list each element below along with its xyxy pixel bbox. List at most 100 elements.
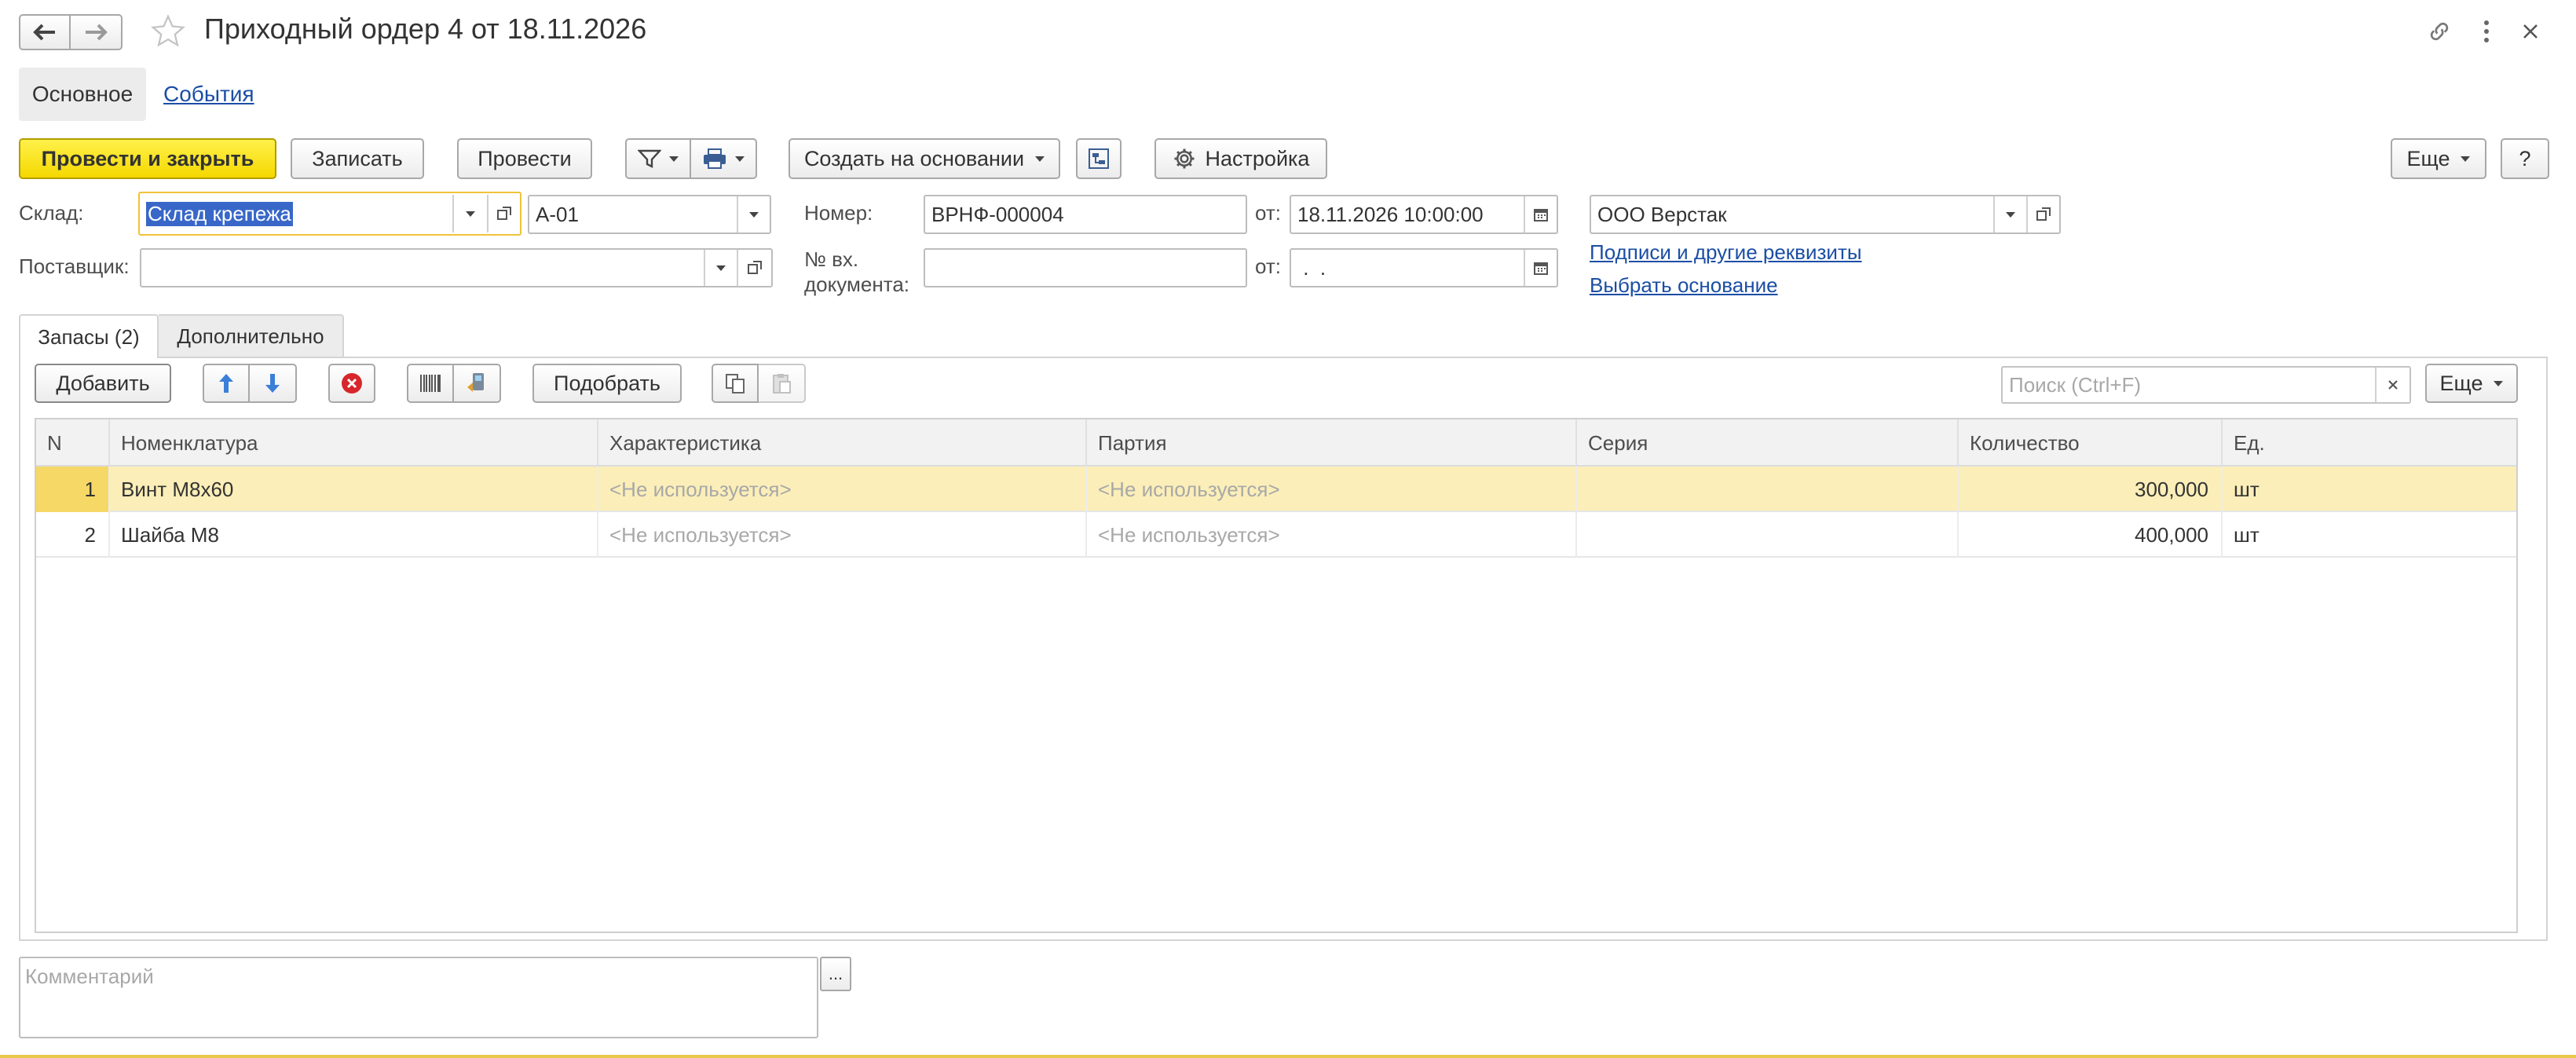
tab-main[interactable]: Основное <box>19 68 146 121</box>
post-button[interactable]: Провести <box>457 138 592 179</box>
create-based-on-label: Создать на основании <box>803 146 1025 170</box>
barcode-icon <box>420 375 441 392</box>
copy-rows-button[interactable] <box>712 364 759 403</box>
storage-cell-value: А-01 <box>536 202 579 226</box>
comment-placeholder: Комментарий <box>25 965 154 988</box>
tab-main-label: Основное <box>31 82 134 106</box>
paste-rows-button[interactable] <box>759 364 806 403</box>
number-label: Номер: <box>804 201 873 225</box>
table-row[interactable]: 2 Шайба М8 <Не используется> <Не использ… <box>36 512 2516 558</box>
page-title: Приходный ордер 4 от 18.11.2026 <box>204 13 647 45</box>
search-placeholder: Поиск (Ctrl+F) <box>2009 372 2142 397</box>
more-vertical-icon[interactable] <box>2469 14 2504 49</box>
table-more-button[interactable]: Еще <box>2425 364 2518 403</box>
document-structure-icon <box>1089 148 1109 169</box>
date-calendar-button[interactable] <box>1524 196 1557 232</box>
favorite-star-icon[interactable] <box>148 11 188 52</box>
signatures-link[interactable]: Подписи и другие реквизиты <box>1590 240 1862 265</box>
cell-item: Шайба М8 <box>110 512 598 558</box>
cell-characteristic: <Не используется> <box>598 512 1087 558</box>
cell-series <box>1577 512 1959 558</box>
back-button[interactable] <box>19 14 71 50</box>
structure-button[interactable] <box>1076 138 1122 179</box>
add-row-button[interactable]: Добавить <box>35 364 171 403</box>
cell-quantity: 300,000 <box>1959 467 2223 512</box>
cell-series <box>1577 467 1959 512</box>
warehouse-value: Склад крепежа <box>146 201 293 226</box>
pick-button[interactable]: Подобрать <box>532 364 682 403</box>
scanner-icon <box>467 373 484 392</box>
col-header-batch[interactable]: Партия <box>1087 419 1577 467</box>
warehouse-open-button[interactable] <box>487 195 520 232</box>
settings-button[interactable]: Настройка <box>1154 138 1327 179</box>
storage-cell-field[interactable]: А-01 <box>528 195 771 234</box>
col-header-quantity[interactable]: Количество <box>1959 419 2223 467</box>
calendar-icon <box>1534 209 1548 221</box>
settings-label: Настройка <box>1205 146 1310 170</box>
tab-stocks[interactable]: Запасы (2) <box>19 314 159 358</box>
supplier-label: Поставщик: <box>19 254 130 278</box>
delete-row-button[interactable] <box>328 364 375 403</box>
cell-characteristic: <Не используется> <box>598 467 1087 512</box>
delete-icon <box>342 373 362 394</box>
move-up-button[interactable] <box>203 364 250 403</box>
organization-open-button[interactable] <box>2026 196 2059 232</box>
col-header-series[interactable]: Серия <box>1577 419 1959 467</box>
incoming-doc-number-field[interactable] <box>924 248 1247 287</box>
post-and-close-button[interactable]: Провести и закрыть <box>19 138 276 179</box>
window-bottom-border <box>0 1055 2576 1058</box>
back-arrow-icon <box>33 24 55 41</box>
supplier-field[interactable] <box>140 248 773 287</box>
more-button[interactable]: Еще <box>2391 138 2486 179</box>
tab-events[interactable]: События <box>163 82 254 107</box>
search-input[interactable]: Поиск (Ctrl+F) <box>2001 366 2411 404</box>
table-more-label: Еще <box>2439 371 2483 395</box>
barcode-button[interactable] <box>407 364 454 403</box>
table-row[interactable]: 1 Винт М8х60 <Не используется> <Не испол… <box>36 467 2516 512</box>
close-icon[interactable] <box>2513 14 2548 49</box>
organization-field[interactable]: ООО Верстак <box>1590 195 2061 234</box>
link-icon[interactable] <box>2422 14 2457 49</box>
forward-button[interactable] <box>71 14 123 50</box>
comment-field[interactable]: Комментарий <box>19 957 818 1038</box>
col-header-item[interactable]: Номенклатура <box>110 419 598 467</box>
incoming-date-from-label: от: <box>1255 254 1282 278</box>
paste-icon <box>773 374 791 394</box>
save-button[interactable]: Записать <box>291 138 424 179</box>
storage-cell-dropdown-toggle[interactable] <box>737 196 770 232</box>
calendar-icon <box>1534 262 1548 275</box>
cell-batch: <Не используется> <box>1087 467 1577 512</box>
col-header-unit[interactable]: Ед. <box>2223 419 2516 467</box>
move-down-button[interactable] <box>250 364 297 403</box>
search-clear-button[interactable] <box>2375 368 2410 402</box>
cell-unit: шт <box>2234 522 2259 547</box>
supplier-dropdown-toggle[interactable] <box>704 250 737 286</box>
help-button[interactable]: ? <box>2501 138 2549 179</box>
date-field[interactable]: 18.11.2026 10:00:00 <box>1290 195 1558 234</box>
warehouse-label: Склад: <box>19 201 84 225</box>
copy-icon <box>726 374 745 394</box>
comment-expand-button[interactable]: ... <box>820 957 851 991</box>
open-window-icon <box>2036 207 2051 221</box>
col-header-n[interactable]: N <box>36 419 110 467</box>
organization-dropdown-toggle[interactable] <box>1993 196 2026 232</box>
data-collection-terminal-button[interactable] <box>454 364 501 403</box>
gear-icon <box>1174 148 1195 169</box>
cell-n: 2 <box>36 512 110 558</box>
print-dropdown-button[interactable] <box>691 138 757 179</box>
stocks-table: N Номенклатура Характеристика Партия Сер… <box>35 418 2518 933</box>
choose-basis-link[interactable]: Выбрать основание <box>1590 273 1778 298</box>
arrow-down-icon <box>265 374 280 393</box>
number-field[interactable]: ВРНФ-000004 <box>924 195 1247 234</box>
filter-dropdown-button[interactable] <box>625 138 691 179</box>
create-based-on-button[interactable]: Создать на основании <box>789 138 1060 179</box>
warehouse-dropdown-toggle[interactable] <box>452 195 487 232</box>
supplier-open-button[interactable] <box>737 250 771 286</box>
incoming-date-calendar-button[interactable] <box>1524 250 1557 286</box>
col-header-characteristic[interactable]: Характеристика <box>598 419 1087 467</box>
incoming-doc-label-line2: документа: <box>804 273 909 296</box>
more-label: Еще <box>2406 146 2450 170</box>
incoming-date-field[interactable]: . . <box>1290 248 1558 287</box>
tab-additional[interactable]: Дополнительно <box>159 314 344 357</box>
printer-icon <box>704 148 726 169</box>
